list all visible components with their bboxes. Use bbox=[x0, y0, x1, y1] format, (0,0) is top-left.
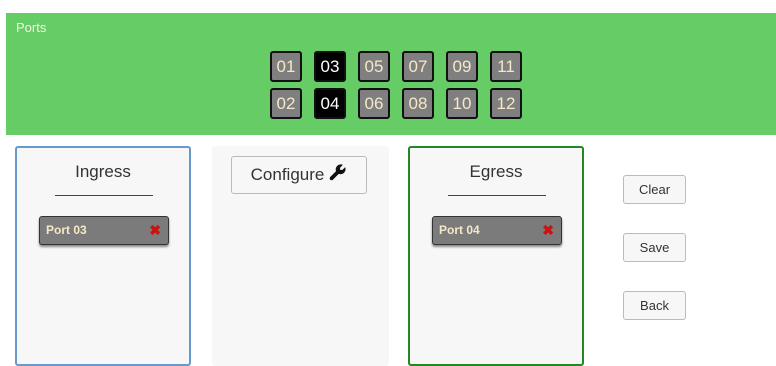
configure-panel: Configure bbox=[212, 146, 389, 366]
port-button-07[interactable]: 07 bbox=[402, 51, 434, 82]
port-button-05[interactable]: 05 bbox=[358, 51, 390, 82]
clear-button[interactable]: Clear bbox=[623, 175, 686, 204]
back-button[interactable]: Back bbox=[623, 291, 686, 320]
port-button-12[interactable]: 12 bbox=[490, 88, 522, 119]
save-button[interactable]: Save bbox=[623, 233, 686, 262]
ingress-divider bbox=[55, 195, 153, 196]
egress-title: Egress bbox=[469, 162, 523, 181]
port-button-04[interactable]: 04 bbox=[314, 88, 346, 119]
ingress-port-chip[interactable]: Port 03 ✖ bbox=[39, 216, 169, 245]
egress-port-chip[interactable]: Port 04 ✖ bbox=[432, 216, 562, 245]
port-button-10[interactable]: 10 bbox=[446, 88, 478, 119]
ingress-title: Ingress bbox=[75, 162, 131, 181]
chip-label: Port 04 bbox=[439, 223, 480, 237]
port-button-06[interactable]: 06 bbox=[358, 88, 390, 119]
configure-button[interactable]: Configure bbox=[231, 156, 367, 194]
port-button-09[interactable]: 09 bbox=[446, 51, 478, 82]
ingress-panel: Ingress Port 03 ✖ bbox=[15, 146, 191, 366]
port-button-11[interactable]: 11 bbox=[490, 51, 522, 82]
port-button-08[interactable]: 08 bbox=[402, 88, 434, 119]
port-button-02[interactable]: 02 bbox=[270, 88, 302, 119]
wrench-icon bbox=[328, 163, 347, 187]
remove-icon[interactable]: ✖ bbox=[149, 222, 161, 239]
port-button-03[interactable]: 03 bbox=[314, 51, 346, 82]
ports-title: Ports bbox=[16, 20, 47, 35]
port-button-01[interactable]: 01 bbox=[270, 51, 302, 82]
chip-label: Port 03 bbox=[46, 223, 87, 237]
egress-panel: Egress Port 04 ✖ bbox=[408, 146, 584, 366]
remove-icon[interactable]: ✖ bbox=[542, 222, 554, 239]
ports-panel: Ports 01 03 05 07 09 11 02 04 06 08 10 1… bbox=[6, 13, 776, 135]
egress-divider bbox=[448, 195, 546, 196]
configure-label: Configure bbox=[250, 165, 325, 184]
